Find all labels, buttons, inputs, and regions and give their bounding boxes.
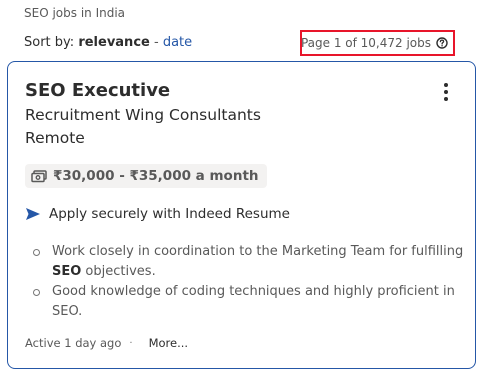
- kebab-dot: [444, 90, 448, 94]
- snippet-keyword: SEO: [52, 264, 82, 279]
- kebab-dot: [444, 83, 448, 87]
- snippet-text: Good knowledge of coding techniques and …: [52, 284, 455, 319]
- company-name: Recruitment Wing Consultants: [25, 106, 261, 124]
- money-icon: [31, 169, 47, 183]
- job-title[interactable]: SEO Executive: [25, 80, 170, 101]
- job-card[interactable]: SEO Executive Recruitment Wing Consultan…: [7, 61, 476, 369]
- job-footer: Active 1 day ago · More...: [25, 336, 188, 350]
- sort-option-relevance: relevance: [78, 35, 150, 50]
- salary-badge: ₹30,000 - ₹35,000 a month: [25, 164, 267, 188]
- sort-separator: -: [149, 35, 163, 50]
- question-circle-icon[interactable]: [436, 37, 448, 49]
- snippet-item: Work closely in coordination to the Mark…: [33, 242, 472, 282]
- search-results-page: SEO jobs in India Sort by: relevance - d…: [0, 0, 482, 373]
- sort-label: Sort by:: [24, 35, 75, 50]
- sort-control: Sort by: relevance - date: [24, 35, 192, 50]
- salary-text: ₹30,000 - ₹35,000 a month: [53, 168, 259, 184]
- page-count: Page 1 of 10,472 jobs: [300, 30, 455, 56]
- apply-text: Apply securely with Indeed Resume: [49, 206, 290, 222]
- snippet-item: Good knowledge of coding techniques and …: [33, 282, 472, 322]
- job-snippet: Work closely in coordination to the Mark…: [28, 242, 472, 322]
- footer-separator: ·: [129, 337, 133, 349]
- kebab-dot: [444, 97, 448, 101]
- apply-indicator: Apply securely with Indeed Resume: [25, 206, 290, 222]
- more-vertical-icon[interactable]: [436, 80, 456, 104]
- snippet-text: Work closely in coordination to the Mark…: [52, 244, 464, 259]
- active-date: Active 1 day ago: [25, 336, 122, 350]
- arrow-send-icon: [25, 207, 41, 221]
- snippet-text: objectives.: [81, 264, 156, 279]
- page-count-text: Page 1 of 10,472 jobs: [300, 36, 431, 50]
- more-link[interactable]: More...: [149, 336, 188, 350]
- sort-option-date[interactable]: date: [163, 35, 192, 50]
- breadcrumb: SEO jobs in India: [24, 6, 126, 20]
- job-location: Remote: [25, 129, 85, 147]
